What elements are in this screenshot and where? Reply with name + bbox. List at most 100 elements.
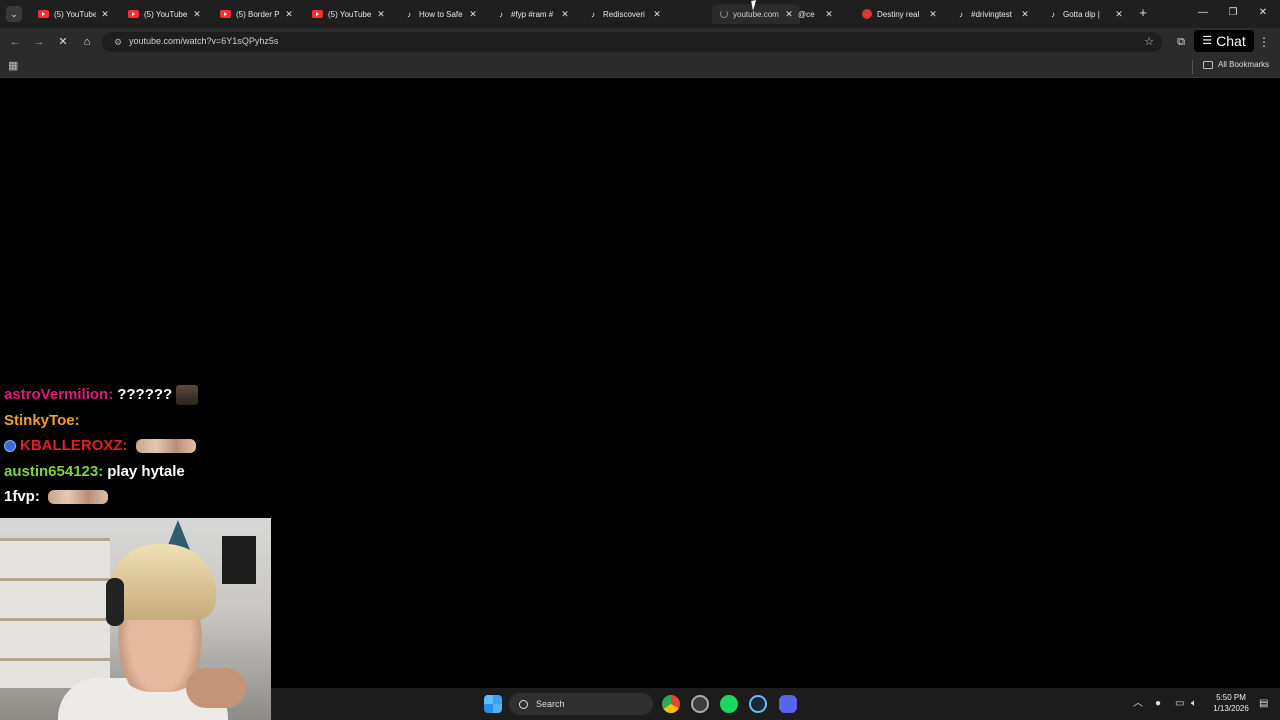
tab-fyp-ram[interactable]: ♪ #fyp #ram # ✕ [488, 4, 576, 24]
chat-username: austin654123: [4, 462, 104, 480]
tiktok-icon: ♪ [959, 9, 963, 19]
bookmarks-divider [1192, 60, 1193, 74]
tab-gotta-dip[interactable]: ♪ Gotta dip | ✕ [1040, 4, 1130, 24]
chevron-up-icon[interactable]: ︿ [1133, 696, 1143, 712]
new-tab-button[interactable]: + [1136, 6, 1150, 20]
streamer-hair [108, 544, 216, 620]
windows-start-icon[interactable] [484, 695, 502, 713]
extensions-icon[interactable]: ⧉ [1172, 33, 1190, 51]
chat-text: play hytale [107, 462, 185, 480]
youtube-icon [220, 10, 231, 18]
youtube-icon [38, 10, 49, 18]
tab-drivingtest[interactable]: ♪ #drivingtest ✕ [948, 4, 1036, 24]
home-icon[interactable]: ⌂ [78, 33, 96, 51]
folder-icon [1203, 60, 1213, 69]
emote-icon [47, 489, 108, 504]
headset [106, 578, 124, 626]
microphone-icon[interactable]: ● [1155, 696, 1161, 712]
chat-button[interactable]: ☰ Chat [1194, 30, 1254, 52]
youtube-icon [312, 10, 323, 18]
taskbar-clock[interactable]: 5:50 PM 1/13/2026 [1209, 692, 1253, 714]
clock-time: 5:50 PM [1216, 693, 1246, 702]
tab-title: youtube.com [733, 9, 779, 19]
tab-title: (5) YouTube [328, 9, 372, 19]
bookmarks-bar: ▦ All Bookmarks [0, 56, 1280, 78]
stop-loading-icon[interactable]: ✕ [54, 33, 72, 51]
spotify-icon[interactable] [720, 695, 738, 713]
address-bar[interactable]: ⚙ youtube.com/watch?v=6Y1sQPyhz5s ☆ [102, 32, 1162, 52]
apps-grid-icon[interactable]: ▦ [8, 60, 20, 72]
chat-username: 1fvp: [4, 488, 40, 506]
close-tab-icon[interactable]: ✕ [824, 9, 834, 20]
webcam-feed [0, 518, 271, 720]
tab-destiny[interactable]: Destiny real ✕ [854, 4, 944, 24]
tab-title: Destiny real [877, 9, 920, 19]
notifications-icon[interactable]: ▤ [1259, 696, 1268, 712]
stream-chat-overlay: astroVermilion: ?????? StinkyToe: KBALLE… [4, 382, 304, 510]
chat-message: austin654123: play hytale [4, 459, 304, 485]
windows-taskbar: Search ︿ ● ▭ 🔈︎ 5:50 PM 1/13/2026 ▤ [271, 688, 1280, 720]
close-tab-icon[interactable]: ✕ [468, 9, 478, 20]
television [222, 536, 256, 584]
close-tab-icon[interactable]: ✕ [284, 9, 294, 20]
volume-icon[interactable]: 🔈︎ [1191, 696, 1197, 712]
browser-toolbar: ← → ✕ ⌂ ⚙ youtube.com/watch?v=6Y1sQPyhz5… [0, 28, 1280, 56]
tab-how-to-safe[interactable]: ♪ How to Safe ✕ [396, 4, 484, 24]
site-info-icon[interactable]: ⚙ [111, 35, 125, 49]
tiktok-icon: ♪ [591, 9, 595, 19]
tab-border-patrol[interactable]: (5) Border P ✕ [212, 4, 300, 24]
tab-title: (5) YouTube [54, 9, 96, 19]
url-text[interactable]: youtube.com/watch?v=6Y1sQPyhz5s [129, 36, 278, 46]
tab-ce[interactable]: @ce ✕ [792, 4, 840, 24]
tiktok-icon: ♪ [499, 9, 503, 19]
chat-message: astroVermilion: ?????? [4, 382, 304, 408]
restore-icon[interactable]: ❐ [1222, 4, 1244, 22]
tab-title: How to Safe [419, 9, 463, 19]
close-tab-icon[interactable]: ✕ [100, 9, 110, 20]
close-tab-icon[interactable]: ✕ [376, 9, 386, 20]
steam-icon[interactable] [749, 695, 767, 713]
chat-text: ?????? [117, 386, 173, 404]
screen: { "browser": { "tabs": [ {"title": "(5) … [0, 0, 1280, 720]
chat-message: StinkyToe: [4, 408, 304, 434]
close-tab-icon[interactable]: ✕ [652, 9, 662, 20]
chat-list-icon: ☰ [1202, 35, 1213, 47]
close-tab-icon[interactable]: ✕ [192, 9, 202, 20]
tab-title: Rediscoveri [603, 9, 645, 19]
forward-icon[interactable]: → [30, 33, 48, 51]
clock-date: 1/13/2026 [1213, 704, 1249, 713]
browser-menu-icon[interactable]: ⋮ [1258, 33, 1270, 51]
all-bookmarks-button[interactable]: All Bookmarks [1203, 60, 1269, 69]
mouse-cursor [751, 0, 763, 11]
tab-rediscovering[interactable]: ♪ Rediscoveri ✕ [580, 4, 668, 24]
loading-icon [720, 10, 728, 18]
all-bookmarks-label: All Bookmarks [1218, 60, 1270, 69]
discord-icon[interactable] [779, 695, 797, 713]
shelf [0, 538, 110, 688]
chat-username: StinkyToe: [4, 411, 80, 429]
close-tab-icon[interactable]: ✕ [928, 9, 938, 20]
overwatch-icon[interactable] [691, 695, 709, 713]
tab-title: @ce [798, 9, 815, 19]
tab-title: #drivingtest [971, 9, 1012, 19]
close-window-icon[interactable]: ✕ [1252, 4, 1274, 22]
bookmark-star-icon[interactable]: ☆ [1144, 35, 1154, 49]
close-tab-icon[interactable]: ✕ [1114, 9, 1124, 20]
tab-youtube-2[interactable]: (5) YouTube ✕ [120, 4, 208, 24]
close-tab-icon[interactable]: ✕ [1020, 9, 1030, 20]
chat-message: 1fvp: [4, 484, 304, 510]
chrome-icon[interactable] [662, 695, 680, 713]
tab-search-button[interactable]: ⌄ [6, 6, 22, 22]
network-icon[interactable]: ▭ [1175, 696, 1184, 712]
streamer-hand [186, 668, 246, 708]
search-icon [519, 699, 528, 709]
chat-message: KBALLEROXZ: [4, 433, 304, 459]
taskbar-search-label: Search [536, 699, 565, 709]
chat-button-label: Chat [1216, 33, 1246, 49]
tab-youtube-1[interactable]: (5) YouTube ✕ [30, 4, 116, 24]
minimize-icon[interactable]: — [1192, 4, 1214, 22]
tab-youtube-3[interactable]: (5) YouTube ✕ [304, 4, 392, 24]
back-icon[interactable]: ← [6, 33, 24, 51]
close-tab-icon[interactable]: ✕ [560, 9, 570, 20]
taskbar-search[interactable]: Search [509, 693, 653, 715]
